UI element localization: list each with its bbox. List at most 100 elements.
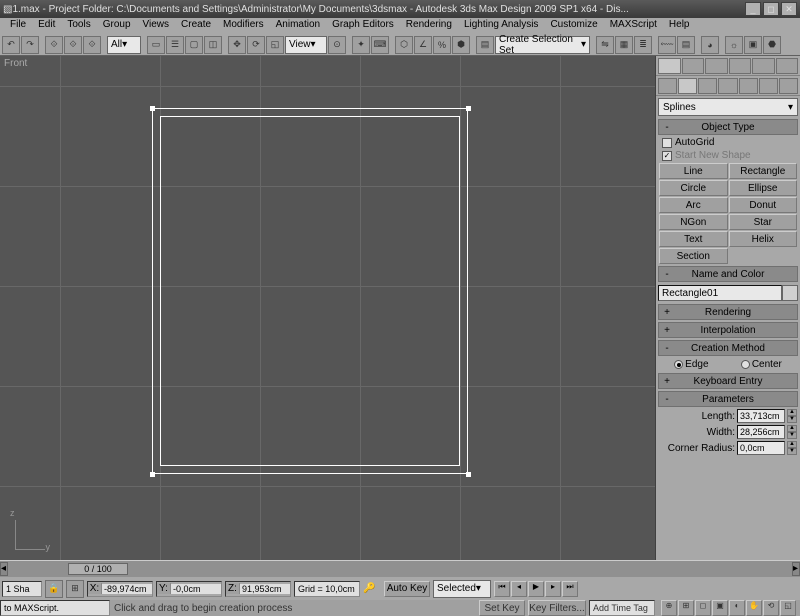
prev-frame-button[interactable]: ◂ (511, 581, 527, 597)
z-coord-field[interactable]: Z:91,953cm (225, 581, 291, 597)
autokey-button[interactable]: Auto Key (384, 581, 430, 597)
tab-utilities[interactable] (776, 58, 799, 74)
rollout-keyboard-entry[interactable]: +Keyboard Entry (658, 373, 798, 389)
rollout-object-type[interactable]: -Object Type (658, 119, 798, 135)
named-sel-icon[interactable]: ▤ (476, 36, 494, 54)
rollout-rendering[interactable]: +Rendering (658, 304, 798, 320)
layers-icon[interactable]: ≣ (634, 36, 652, 54)
center-radio[interactable]: Center (741, 359, 782, 370)
helix-button[interactable]: Helix (729, 231, 798, 247)
menu-views[interactable]: Views (137, 18, 176, 34)
redo-icon[interactable]: ↷ (21, 36, 39, 54)
play-button[interactable]: ▶ (528, 581, 544, 597)
render-frame-icon[interactable]: ▣ (744, 36, 762, 54)
timeline-scroll-left[interactable]: ◂ (0, 562, 8, 576)
y-coord-field[interactable]: Y:-0,0cm (156, 581, 222, 597)
ref-coord-dropdown[interactable]: View▾ (285, 36, 327, 54)
rectangle-button[interactable]: Rectangle (729, 163, 798, 179)
cat-lights[interactable] (698, 78, 717, 94)
schematic-icon[interactable]: ▤ (677, 36, 695, 54)
menu-group[interactable]: Group (97, 18, 137, 34)
snap-icon[interactable]: ⬡ (395, 36, 413, 54)
length-spinner[interactable]: 33,713cm (737, 409, 785, 423)
color-swatch[interactable] (782, 285, 798, 301)
menu-animation[interactable]: Animation (270, 18, 326, 34)
select-region-icon[interactable]: ▢ (185, 36, 203, 54)
rollout-interpolation[interactable]: +Interpolation (658, 322, 798, 338)
rotate-icon[interactable]: ⟳ (247, 36, 265, 54)
donut-button[interactable]: Donut (729, 197, 798, 213)
arc-rotate-icon[interactable]: ⟲ (763, 600, 779, 616)
window-crossing-icon[interactable]: ◫ (204, 36, 222, 54)
minimize-button[interactable]: _ (745, 2, 761, 16)
menu-file[interactable]: File (4, 18, 32, 34)
angle-snap-icon[interactable]: ∠ (414, 36, 432, 54)
menu-maxscript[interactable]: MAXScript (604, 18, 663, 34)
tab-hierarchy[interactable] (705, 58, 728, 74)
curve-editor-icon[interactable]: ⬳ (658, 36, 676, 54)
tab-motion[interactable] (729, 58, 752, 74)
cat-helpers[interactable] (739, 78, 758, 94)
menu-lighting[interactable]: Lighting Analysis (458, 18, 545, 34)
circle-button[interactable]: Circle (659, 180, 728, 196)
align-icon[interactable]: ▦ (615, 36, 633, 54)
render-icon[interactable]: ⬣ (763, 36, 781, 54)
select-icon[interactable]: ▭ (147, 36, 165, 54)
ngon-button[interactable]: NGon (659, 214, 728, 230)
abs-transform-icon[interactable]: ⊞ (66, 580, 84, 598)
cat-cameras[interactable] (718, 78, 737, 94)
length-spinner-buttons[interactable]: ▲▼ (787, 409, 797, 423)
mirror-icon[interactable]: ⇋ (596, 36, 614, 54)
zoom-extents-all-icon[interactable]: ▣ (712, 600, 728, 616)
menu-create[interactable]: Create (175, 18, 217, 34)
corner-spinner[interactable]: 0,0cm (737, 441, 785, 455)
menu-tools[interactable]: Tools (61, 18, 96, 34)
tab-create[interactable] (658, 58, 681, 74)
tab-display[interactable] (752, 58, 775, 74)
selection-filter-dropdown[interactable]: All▾ (107, 36, 141, 54)
unlink-icon[interactable]: ⟐ (64, 36, 82, 54)
width-spinner-buttons[interactable]: ▲▼ (787, 425, 797, 439)
section-button[interactable]: Section (659, 248, 728, 264)
spinner-snap-icon[interactable]: ⬢ (452, 36, 470, 54)
edge-radio[interactable]: Edge (674, 359, 708, 370)
maxscript-listener[interactable]: to MAXScript. (0, 600, 110, 616)
key-icon[interactable]: 🔑 (363, 583, 381, 594)
line-button[interactable]: Line (659, 163, 728, 179)
undo-icon[interactable]: ↶ (2, 36, 20, 54)
menu-grapheditors[interactable]: Graph Editors (326, 18, 400, 34)
add-time-tag[interactable]: Add Time Tag (589, 600, 655, 616)
goto-start-button[interactable]: ⏮ (494, 581, 510, 597)
scale-icon[interactable]: ◱ (266, 36, 284, 54)
fov-icon[interactable]: ◐ (729, 600, 745, 616)
star-button[interactable]: Star (729, 214, 798, 230)
cat-shapes[interactable] (678, 78, 697, 94)
arc-button[interactable]: Arc (659, 197, 728, 213)
cat-geometry[interactable] (658, 78, 677, 94)
pivot-icon[interactable]: ⊙ (328, 36, 346, 54)
setkey-button[interactable]: Set Key (479, 600, 525, 616)
rollout-creation-method[interactable]: -Creation Method (658, 340, 798, 356)
next-frame-button[interactable]: ▸ (545, 581, 561, 597)
move-icon[interactable]: ✥ (228, 36, 246, 54)
text-button[interactable]: Text (659, 231, 728, 247)
cat-systems[interactable] (779, 78, 798, 94)
width-spinner[interactable]: 28,256cm (737, 425, 785, 439)
maximize-viewport-icon[interactable]: ◱ (780, 600, 796, 616)
shape-type-dropdown[interactable]: Splines▾ (658, 98, 798, 116)
keyfilters-button[interactable]: Key Filters... (528, 600, 586, 616)
menu-rendering[interactable]: Rendering (400, 18, 458, 34)
cat-spacewarps[interactable] (759, 78, 778, 94)
startnewshape-checkbox[interactable]: ✓ (662, 151, 672, 161)
close-button[interactable]: ✕ (781, 2, 797, 16)
pan-icon[interactable]: ✋ (746, 600, 762, 616)
selection-set-dropdown[interactable]: Create Selection Set▾ (495, 36, 590, 54)
select-name-icon[interactable]: ☰ (166, 36, 184, 54)
zoom-all-icon[interactable]: ⊞ (678, 600, 694, 616)
zoom-extents-icon[interactable]: ◻ (695, 600, 711, 616)
menu-modifiers[interactable]: Modifiers (217, 18, 270, 34)
render-setup-icon[interactable]: ☼ (725, 36, 743, 54)
tab-modify[interactable] (682, 58, 705, 74)
selection-lock-icon[interactable]: 🔒 (45, 580, 63, 598)
viewport-front[interactable]: Front z y (0, 56, 656, 560)
